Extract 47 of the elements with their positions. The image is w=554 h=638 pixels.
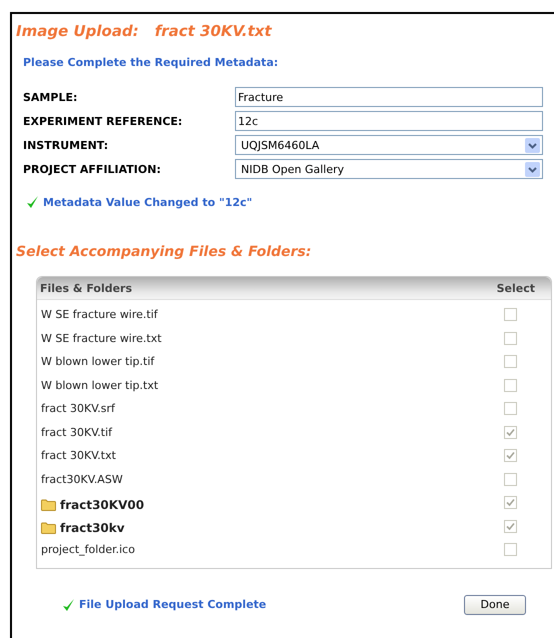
- section-heading: Please Complete the Required Metadata:: [23, 56, 280, 69]
- dropdown-field[interactable]: UQJSM6460LA: [235, 135, 543, 155]
- folder-name: fract30KV00: [60, 498, 144, 512]
- checkbox[interactable]: [504, 355, 517, 368]
- checkmark-icon: [62, 598, 75, 612]
- file-name: fract 30KV.tif: [41, 426, 112, 439]
- file-name: fract 30KV.txt: [154, 22, 272, 40]
- checkbox[interactable]: [504, 308, 517, 322]
- checkbox[interactable]: [504, 402, 517, 416]
- file-name: project_folder.ico: [41, 543, 135, 556]
- file-name: W blown lower tip.txt: [41, 378, 158, 392]
- file-name: W SE fracture wire.tif: [41, 308, 158, 322]
- text-field[interactable]: Fracture: [235, 87, 543, 107]
- file-name: W blown lower tip.tif: [41, 355, 154, 368]
- file-name: fract 30KV.srf: [41, 402, 115, 416]
- file-name: W SE fracture wire.txt: [41, 332, 162, 345]
- checkbox[interactable]: [504, 496, 517, 510]
- checkbox[interactable]: [504, 472, 517, 486]
- folder-icon: [41, 522, 56, 534]
- file-name: fract30KV.ASW: [41, 472, 123, 486]
- checkmark-icon: [506, 428, 515, 437]
- done-button[interactable]: Done: [464, 594, 526, 614]
- checkbox[interactable]: [504, 543, 517, 556]
- file-name: fract 30KV.txt: [41, 449, 116, 462]
- status-message: File Upload Request Complete: [79, 598, 266, 611]
- folder-icon: [41, 498, 56, 511]
- column-header: Select: [496, 282, 535, 294]
- column-header: Files & Folders: [40, 282, 132, 294]
- checkmark-icon: [26, 195, 39, 209]
- checkmark-icon: [506, 498, 515, 508]
- text-field[interactable]: 12c: [235, 111, 543, 131]
- checkbox[interactable]: [504, 378, 517, 392]
- field-label: EXPERIMENT REFERENCE:: [23, 114, 184, 128]
- field-label: SAMPLE:: [23, 90, 78, 104]
- checkbox[interactable]: [504, 520, 517, 533]
- page-title: Image Upload:: [16, 22, 139, 40]
- folder-name: fract30kv: [60, 521, 125, 536]
- checkbox[interactable]: [504, 449, 517, 462]
- section-heading: Select Accompanying Files & Folders:: [16, 244, 312, 260]
- checkmark-icon: [506, 451, 515, 460]
- dropdown-field[interactable]: NIDB Open Gallery: [235, 159, 543, 179]
- field-label: PROJECT AFFILIATION:: [23, 162, 162, 176]
- status-message: Metadata Value Changed to "12c": [43, 196, 252, 208]
- checkmark-icon: [506, 522, 515, 531]
- checkbox[interactable]: [504, 426, 517, 439]
- field-label: INSTRUMENT:: [23, 138, 110, 152]
- checkbox[interactable]: [504, 332, 517, 345]
